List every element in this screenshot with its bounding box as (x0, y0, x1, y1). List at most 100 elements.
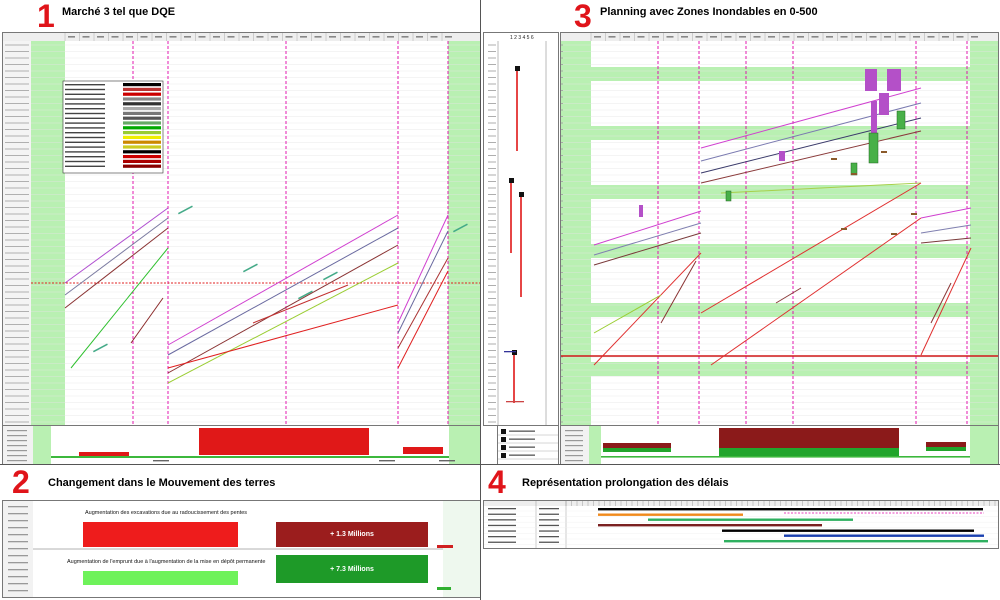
legend-label (65, 156, 105, 158)
header-tick-label (927, 36, 935, 38)
legend-label (65, 146, 105, 148)
small-marker (841, 228, 847, 230)
flood-block (865, 69, 877, 91)
flood-band (561, 362, 998, 376)
header-tick-label (956, 36, 964, 38)
legend-swatch (123, 107, 161, 111)
legend-marker (501, 453, 506, 458)
legend-label (65, 84, 105, 86)
legend-label (65, 132, 105, 134)
summary-tick (7, 430, 27, 432)
legend-marker (501, 445, 506, 450)
legend-swatch (123, 83, 161, 87)
header-tick-label (782, 36, 790, 38)
small-marker (911, 213, 917, 215)
legend-swatch (123, 126, 161, 130)
panel-3-summary-strip (560, 425, 999, 465)
panel-1-svg (3, 33, 480, 425)
header-tick-label (898, 36, 906, 38)
axis-tick (8, 590, 28, 592)
header-tick-label (329, 36, 336, 38)
header-tick-label (594, 36, 601, 38)
header-tick-label (169, 36, 177, 38)
gantt-bar (598, 508, 983, 511)
legend-swatch (123, 121, 161, 125)
summary-baseline (51, 456, 449, 458)
small-marker (437, 587, 451, 590)
legend-label (65, 112, 105, 115)
strip-marker (519, 192, 524, 197)
legend-swatch (123, 92, 161, 96)
header-tick-label (256, 36, 264, 38)
panel-3-schedule-chart (560, 32, 999, 426)
axis-tick (8, 520, 28, 522)
right-margin (443, 501, 480, 597)
header-tick-label (314, 36, 322, 38)
summary-tick (565, 430, 583, 432)
summary-bar (719, 448, 899, 456)
flood-block (779, 151, 785, 161)
legend-swatch (123, 131, 161, 135)
task-name (488, 541, 516, 543)
vertical-divider (480, 0, 481, 600)
header-tick-label (82, 36, 90, 38)
task-date (539, 508, 559, 510)
borrow-increase-bar (83, 571, 238, 585)
strip-marker (515, 66, 520, 71)
panel-3-strip-header: 1 2 3 4 5 6 (510, 35, 534, 41)
legend-text (509, 446, 535, 448)
horizontal-divider (0, 464, 1000, 465)
gantt-header (484, 501, 998, 506)
summary-bar (603, 443, 671, 448)
gantt-bar (598, 524, 822, 527)
task-name (488, 530, 516, 532)
header-tick-label (140, 36, 148, 38)
gantt-bar (722, 529, 974, 532)
header-tick-label (184, 36, 191, 38)
panel-3-number: 3 (574, 0, 592, 34)
flood-band (561, 244, 998, 258)
panel-4-gantt (483, 500, 999, 549)
panel-3-flood-strip: 1 2 3 4 5 6 (483, 32, 559, 426)
legend-swatch (123, 116, 161, 120)
legend-label (65, 141, 105, 143)
header-tick-label (855, 36, 862, 38)
summary-bar (926, 442, 966, 447)
panel-3-legend-box (497, 425, 559, 465)
header-tick-label (724, 36, 732, 38)
gantt-bar (724, 540, 988, 543)
legend-label (65, 127, 105, 129)
legend-marker (501, 437, 506, 442)
legend-label (65, 98, 105, 100)
summary-tick (565, 450, 583, 452)
panel-4-number: 4 (488, 464, 506, 500)
task-name (488, 536, 516, 538)
header-tick-label (387, 36, 394, 38)
panel-1-title: Marché 3 tel que DQE (62, 6, 176, 18)
header-tick-label (971, 36, 978, 38)
header-tick-label (826, 36, 833, 38)
axis-tick (8, 555, 28, 557)
flood-block (879, 93, 889, 115)
axis-tick (8, 576, 28, 578)
summary-tick (565, 460, 583, 462)
borrow-increase-label: Augmentation de l'emprunt due à l'augmen… (67, 559, 266, 565)
summary-bar (403, 447, 443, 454)
legend-marker (501, 429, 506, 434)
axis-tick (8, 534, 28, 536)
strip-label (504, 351, 516, 353)
header-tick-label (372, 36, 380, 38)
header-tick-label (213, 36, 220, 38)
summary-tick (7, 455, 27, 457)
green-margin-left (31, 41, 65, 425)
summary-green (33, 426, 51, 464)
legend-swatch (123, 135, 161, 139)
panel-1-schedule-chart (2, 32, 481, 426)
axis-tick (8, 541, 28, 543)
header-tick-label (695, 36, 703, 38)
legend-label (65, 108, 105, 110)
summary-value (379, 460, 395, 462)
header-tick-label (445, 36, 452, 38)
excavation-increase-value: + 1.3 Millions (276, 522, 428, 547)
panel-4-svg (484, 501, 998, 548)
